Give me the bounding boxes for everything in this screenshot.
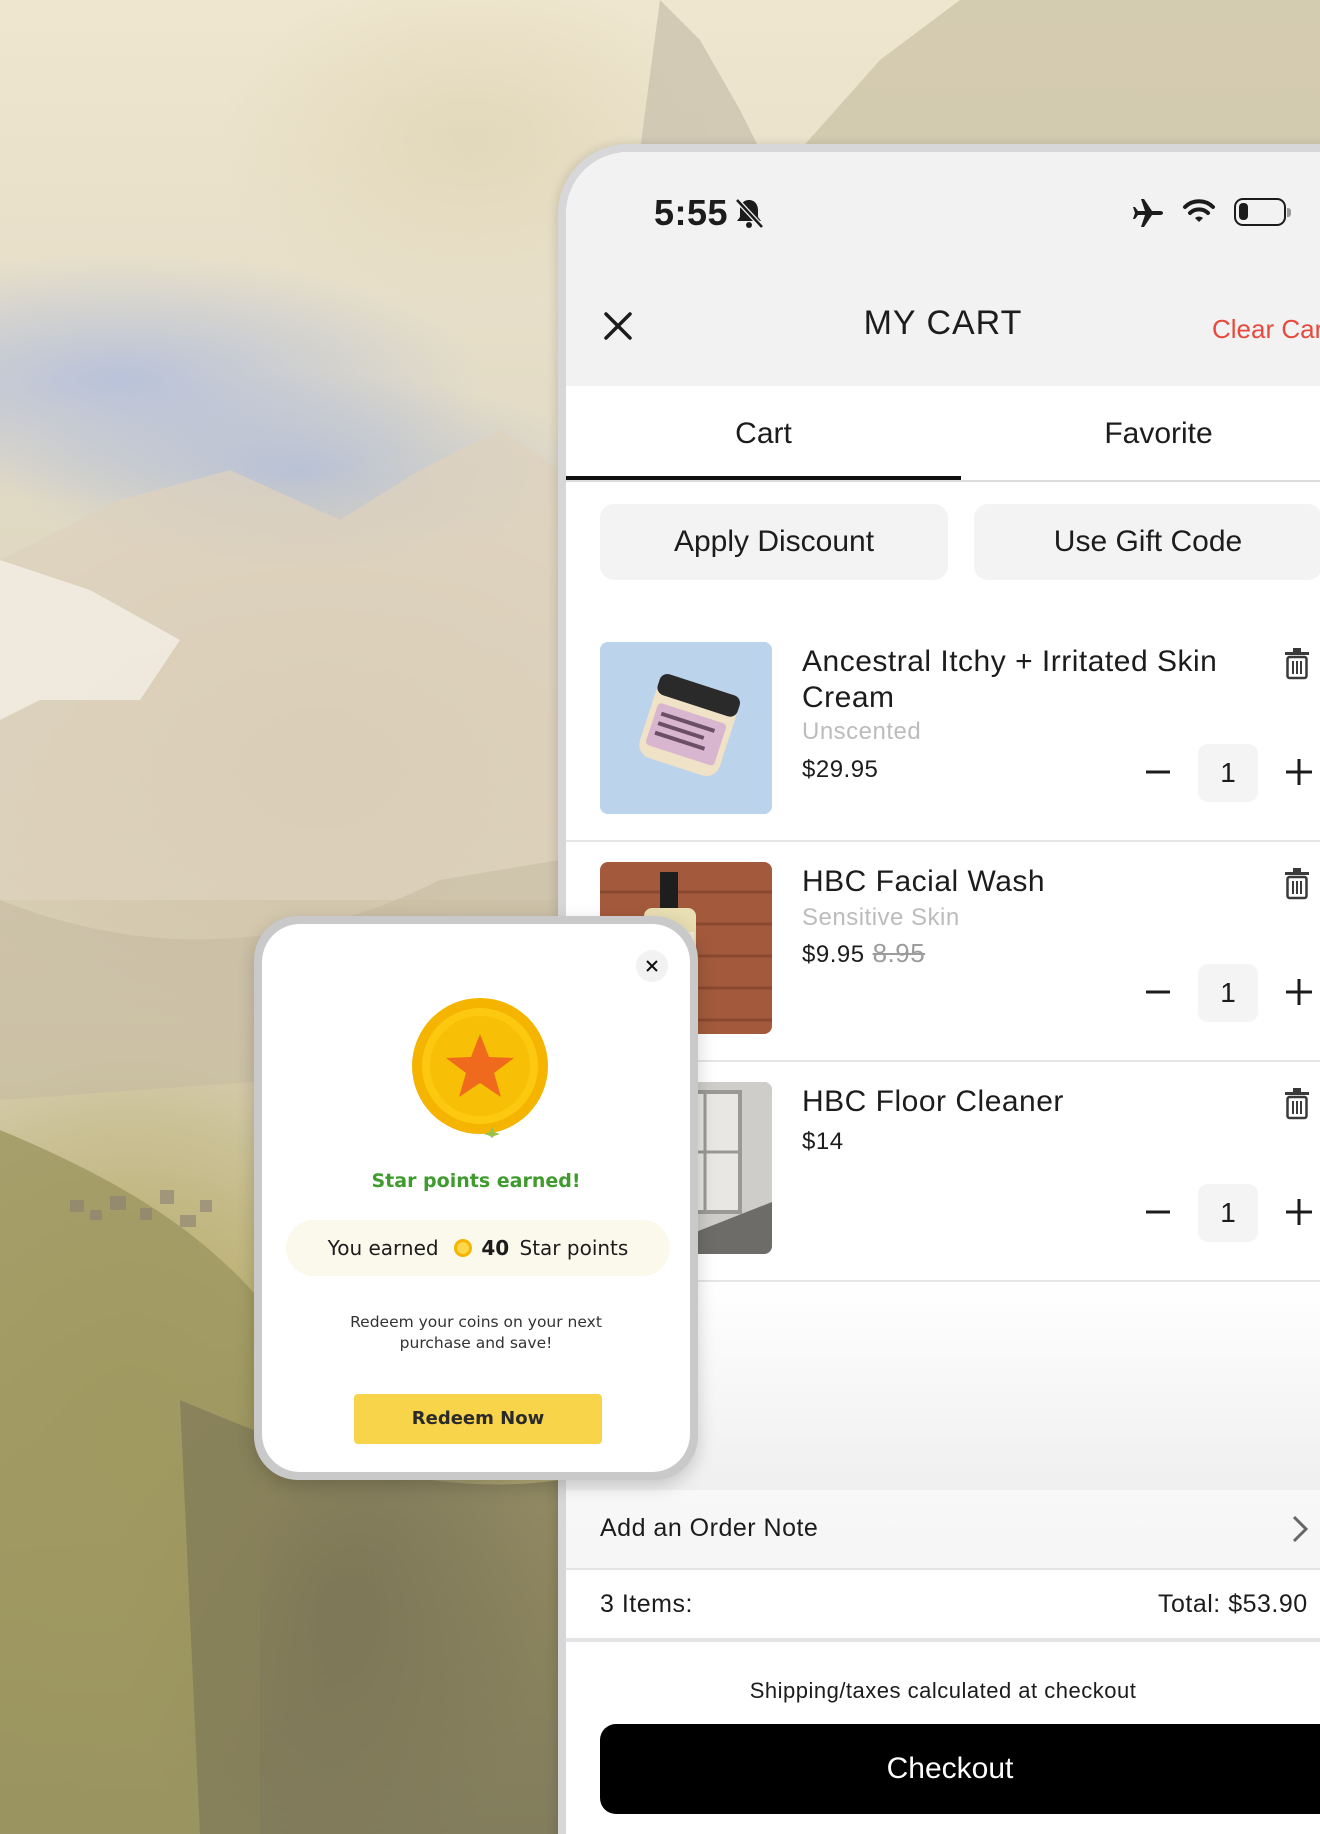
item-price: $29.95 xyxy=(802,756,878,784)
cart-item: Ancestral Itchy + Irritated Skin Cream U… xyxy=(566,622,1320,842)
tab-bar: Cart Favorite xyxy=(566,386,1320,482)
checkout-button[interactable]: Checkout xyxy=(600,1724,1320,1814)
item-variant: Unscented xyxy=(802,718,922,745)
status-time: 5:55 xyxy=(654,192,729,233)
increase-quantity-icon[interactable] xyxy=(1284,977,1314,1007)
header-region xyxy=(566,152,1320,386)
item-variant: Sensitive Skin xyxy=(802,904,960,931)
redeem-now-button[interactable]: Redeem Now xyxy=(354,1394,602,1444)
product-image[interactable] xyxy=(600,642,772,814)
points-earned-banner: You earned 40 Star points xyxy=(286,1220,670,1276)
trash-icon[interactable] xyxy=(1284,1088,1310,1120)
tab-cart[interactable]: Cart xyxy=(566,386,961,482)
trash-icon[interactable] xyxy=(1284,868,1310,900)
shipping-note: Shipping/taxes calculated at checkout xyxy=(749,1678,1137,1703)
increase-quantity-icon[interactable] xyxy=(1284,1197,1314,1227)
items-count: 3 Items: xyxy=(600,1590,693,1618)
trash-icon[interactable] xyxy=(1284,648,1310,680)
order-note-label: Add an Order Note xyxy=(600,1514,819,1542)
bell-off-icon xyxy=(735,198,764,229)
item-name[interactable]: HBC Facial Wash xyxy=(802,864,1242,900)
decrease-quantity-icon[interactable] xyxy=(1144,1198,1172,1226)
battery-icon xyxy=(1234,198,1291,226)
price-value: $9.95 xyxy=(802,941,865,968)
original-price: 8.95 xyxy=(872,938,926,968)
item-price: $9.95 8.95 xyxy=(802,938,925,969)
order-note-row[interactable]: Add an Order Note xyxy=(566,1490,1320,1570)
decrease-quantity-icon[interactable] xyxy=(1144,978,1172,1006)
quantity-value[interactable]: 1 xyxy=(1198,1184,1258,1242)
popup-close-button[interactable] xyxy=(636,950,668,982)
price-value: $29.95 xyxy=(802,756,879,783)
clear-cart-button[interactable]: Clear Cart xyxy=(1212,314,1320,345)
quantity-value[interactable]: 1 xyxy=(1198,744,1258,802)
increase-quantity-icon[interactable] xyxy=(1284,757,1314,787)
item-price: $14 xyxy=(802,1128,844,1156)
star-points-popup: Star points earned! You earned 40 Star p… xyxy=(262,924,690,1472)
page-title: MY CART xyxy=(863,304,1023,342)
active-tab-indicator xyxy=(566,476,961,480)
decrease-quantity-icon[interactable] xyxy=(1144,758,1172,786)
popup-title: Star points earned! xyxy=(371,1170,581,1192)
price-value: $14 xyxy=(802,1128,844,1155)
summary-row: 3 Items: Total: $53.90 xyxy=(566,1570,1320,1640)
item-name[interactable]: HBC Floor Cleaner xyxy=(802,1084,1242,1120)
use-gift-code-button[interactable]: Use Gift Code xyxy=(974,504,1320,580)
chevron-right-icon xyxy=(1292,1515,1309,1543)
quantity-value[interactable]: 1 xyxy=(1198,964,1258,1022)
earned-suffix: Star points xyxy=(519,1236,629,1260)
coin-icon xyxy=(453,1239,472,1257)
apply-discount-button[interactable]: Apply Discount xyxy=(600,504,948,580)
redeem-message: Redeem your coins on your next purchase … xyxy=(350,1313,602,1352)
airplane-icon xyxy=(1133,199,1163,227)
wifi-icon xyxy=(1183,199,1215,222)
close-icon xyxy=(646,960,658,972)
points-value: 40 xyxy=(481,1236,510,1260)
star-coin-icon xyxy=(412,998,548,1138)
earned-prefix: You earned xyxy=(327,1236,439,1260)
order-total: Total: $53.90 xyxy=(1158,1590,1308,1618)
tab-favorite[interactable]: Favorite xyxy=(961,386,1320,482)
item-name[interactable]: Ancestral Itchy + Irritated Skin Cream xyxy=(802,644,1242,716)
